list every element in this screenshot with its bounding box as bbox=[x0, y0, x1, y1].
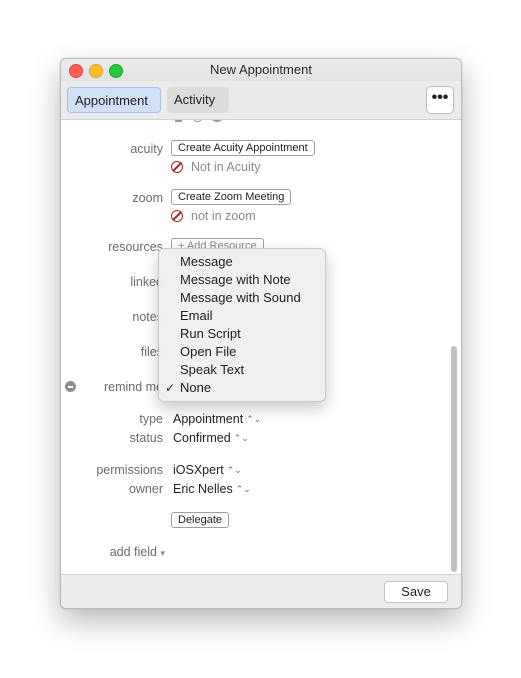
dropdown-arrow-icon: ▾ bbox=[160, 548, 165, 558]
checkmark-icon: ✓ bbox=[165, 381, 176, 395]
menu-item-label: None bbox=[180, 380, 212, 395]
acuity-label: acuity bbox=[130, 142, 163, 156]
menu-item-label: Message with Sound bbox=[180, 290, 301, 305]
type-label: type bbox=[139, 412, 163, 426]
contact-icon bbox=[175, 120, 182, 122]
permissions-value: iOSXpert bbox=[173, 463, 224, 477]
owner-popup[interactable]: Eric Nelles ⌃⌄ bbox=[173, 482, 251, 496]
menu-item-message-with-note[interactable]: Message with Note bbox=[159, 271, 325, 289]
zoom-status: not in zoom bbox=[171, 209, 256, 223]
titlebar: New Appointment bbox=[61, 59, 461, 81]
menu-item-email[interactable]: Email bbox=[159, 307, 325, 325]
menu-item-speak-text[interactable]: Speak Text bbox=[159, 361, 325, 379]
remind-me-label: remind me bbox=[103, 380, 163, 394]
window-title: New Appointment bbox=[210, 62, 312, 77]
search-icon bbox=[193, 120, 202, 122]
footer-bar: Save bbox=[61, 574, 461, 608]
more-options-button[interactable]: ••• bbox=[426, 86, 454, 114]
updown-chevron-icon: ⌃⌄ bbox=[246, 414, 262, 424]
updown-chevron-icon: ⌃⌄ bbox=[235, 484, 251, 494]
menu-item-open-file[interactable]: Open File bbox=[159, 343, 325, 361]
toolbar: Appointment Activity ••• bbox=[61, 81, 461, 120]
type-popup[interactable]: Appointment ⌃⌄ bbox=[173, 412, 261, 426]
acuity-status: Not in Acuity bbox=[171, 160, 260, 174]
add-field-label: add field bbox=[109, 545, 157, 559]
menu-item-message[interactable]: Message bbox=[159, 253, 325, 271]
permissions-popup[interactable]: iOSXpert ⌃⌄ bbox=[173, 463, 242, 477]
owner-value: Eric Nelles bbox=[173, 482, 233, 496]
menu-item-label: Email bbox=[180, 308, 213, 323]
type-value: Appointment bbox=[173, 412, 244, 426]
zoom-label: zoom bbox=[132, 191, 163, 205]
status-value: Confirmed bbox=[173, 431, 231, 445]
remove-field-icon[interactable] bbox=[65, 381, 76, 392]
minimize-window-button[interactable] bbox=[89, 64, 103, 78]
create-zoom-button[interactable]: Create Zoom Meeting bbox=[171, 189, 292, 205]
status-label: status bbox=[129, 431, 163, 445]
menu-item-label: Speak Text bbox=[180, 362, 245, 377]
status-popup[interactable]: Confirmed ⌃⌄ bbox=[173, 431, 249, 445]
menu-item-label: Message bbox=[180, 254, 233, 269]
delegate-button[interactable]: Delegate bbox=[171, 512, 230, 528]
add-icon bbox=[210, 120, 224, 122]
permissions-label: permissions bbox=[96, 463, 163, 477]
vertical-scrollbar[interactable] bbox=[451, 346, 457, 572]
tab-activity[interactable]: Activity bbox=[167, 87, 229, 113]
close-window-button[interactable] bbox=[69, 64, 83, 78]
create-acuity-button[interactable]: Create Acuity Appointment bbox=[171, 140, 315, 156]
acuity-status-text: Not in Acuity bbox=[191, 160, 261, 174]
menu-item-label: Open File bbox=[180, 344, 237, 359]
save-button[interactable]: Save bbox=[384, 581, 448, 603]
clipped-icon-row bbox=[173, 120, 233, 123]
prohibited-icon bbox=[171, 161, 183, 173]
ellipsis-icon: ••• bbox=[431, 89, 449, 106]
menu-item-run-script[interactable]: Run Script bbox=[159, 325, 325, 343]
menu-item-label: Run Script bbox=[180, 326, 241, 341]
updown-chevron-icon: ⌃⌄ bbox=[233, 433, 249, 443]
menu-item-message-with-sound[interactable]: Message with Sound bbox=[159, 289, 325, 307]
prohibited-icon bbox=[171, 210, 183, 222]
zoom-status-text: not in zoom bbox=[191, 209, 256, 223]
reminder-type-menu: Message Message with Note Message with Sou… bbox=[158, 248, 326, 402]
menu-item-none[interactable]: ✓ None bbox=[159, 379, 325, 397]
add-field-dropdown[interactable]: add field ▾ bbox=[110, 545, 165, 559]
updown-chevron-icon: ⌃⌄ bbox=[226, 465, 242, 475]
tab-appointment[interactable]: Appointment bbox=[67, 87, 161, 113]
resources-label: resources bbox=[108, 240, 163, 254]
menu-item-label: Message with Note bbox=[180, 272, 291, 287]
owner-label: owner bbox=[128, 482, 163, 496]
zoom-window-button[interactable] bbox=[109, 64, 123, 78]
